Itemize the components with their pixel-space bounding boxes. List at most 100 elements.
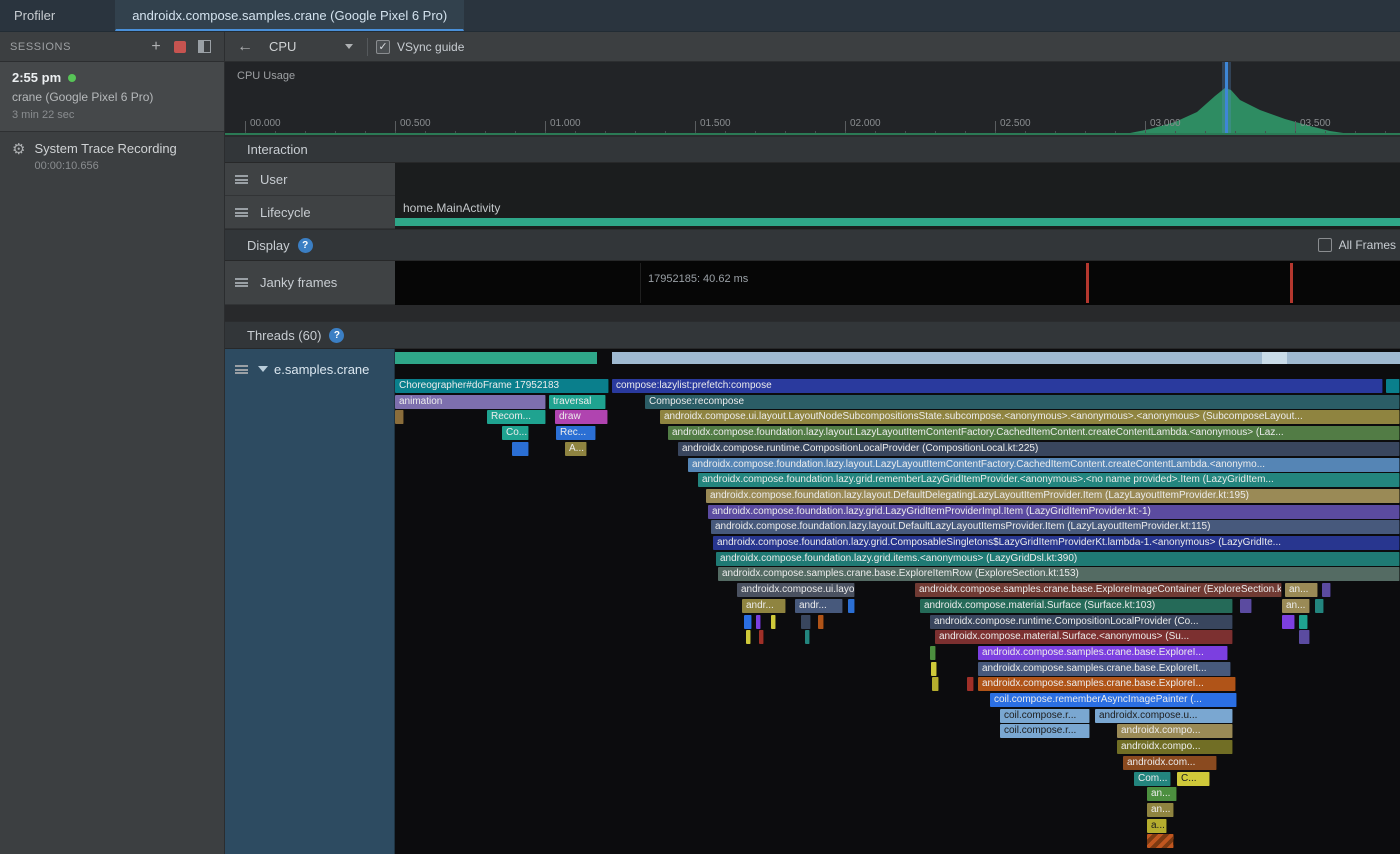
thread-row-label[interactable]: e.samples.crane bbox=[225, 349, 395, 854]
trace-span[interactable]: androidx.compose.runtime.CompositionLoca… bbox=[930, 615, 1233, 629]
trace-span[interactable]: androidx.compose.foundation.lazy.layout.… bbox=[688, 458, 1400, 472]
trace-span[interactable]: androidx.compose.samples.crane.base.Expl… bbox=[915, 583, 1282, 597]
trace-span[interactable]: an... bbox=[1282, 599, 1310, 613]
back-arrow-icon[interactable]: ← bbox=[225, 38, 263, 56]
help-icon[interactable]: ? bbox=[329, 328, 344, 343]
trace-span[interactable] bbox=[756, 615, 761, 629]
trace-recording-item[interactable]: ⚙ System Trace Recording 00:00:10.656 bbox=[0, 132, 224, 181]
trace-span[interactable] bbox=[771, 615, 776, 629]
trace-span[interactable]: a... bbox=[1147, 819, 1167, 833]
trace-span[interactable]: androidx.compo... bbox=[1117, 740, 1233, 754]
trace-span[interactable]: androidx.com... bbox=[1123, 756, 1217, 770]
thread-state-bar[interactable] bbox=[395, 352, 597, 364]
thread-state-bar[interactable] bbox=[1287, 352, 1400, 364]
lifecycle-activity-bar[interactable] bbox=[395, 218, 1400, 226]
session-tab[interactable]: androidx.compose.samples.crane (Google P… bbox=[115, 0, 464, 31]
trace-span[interactable]: androidx.compo... bbox=[1117, 724, 1233, 738]
trace-span[interactable]: androidx.compose.samples.crane.base.Expl… bbox=[718, 567, 1400, 581]
all-frames-checkbox[interactable] bbox=[1318, 238, 1332, 252]
trace-span[interactable]: compose:lazylist:prefetch:compose bbox=[612, 379, 1383, 393]
drag-handle-icon[interactable] bbox=[235, 278, 248, 287]
trace-span[interactable]: androidx.compose.samples.crane.base.Expl… bbox=[978, 646, 1228, 660]
vsync-checkbox[interactable]: ✓ bbox=[376, 40, 390, 54]
trace-span[interactable]: androidx.compose.material.Surface.<anony… bbox=[935, 630, 1233, 644]
drag-handle-icon[interactable] bbox=[235, 175, 248, 184]
trace-span[interactable] bbox=[1240, 599, 1252, 613]
cpu-mode-dropdown[interactable]: CPU bbox=[263, 37, 359, 56]
session-item[interactable]: 2:55 pm crane (Google Pixel 6 Pro) 3 min… bbox=[0, 62, 224, 132]
trace-span[interactable]: androidx.compose.foundation.lazy.grid.Co… bbox=[713, 536, 1400, 550]
trace-span[interactable]: androidx.compose.ui.layout.m... bbox=[737, 583, 855, 597]
trace-span[interactable]: Com... bbox=[1134, 772, 1171, 786]
trace-span[interactable]: coil.compose.rememberAsyncImagePainter (… bbox=[990, 693, 1237, 707]
trace-span[interactable]: androidx.compose.foundation.lazy.layout.… bbox=[668, 426, 1400, 440]
flame-chart[interactable]: Choreographer#doFrame 17952183compose:la… bbox=[395, 349, 1400, 854]
trace-span[interactable]: C... bbox=[1177, 772, 1210, 786]
trace-span[interactable]: androidx.compose.samples.crane.base.Expl… bbox=[978, 677, 1236, 691]
cpu-usage-panel[interactable]: CPU Usage 00.00000.50001.00001.50002.000… bbox=[225, 62, 1400, 136]
trace-span[interactable]: androidx.compose.ui.layout.LayoutNodeSub… bbox=[660, 410, 1400, 424]
trace-span[interactable]: androidx.compose.foundation.lazy.grid.La… bbox=[708, 505, 1400, 519]
lifecycle-row-label[interactable]: Lifecycle bbox=[225, 196, 395, 229]
trace-span[interactable]: Rec... bbox=[556, 426, 596, 440]
trace-span[interactable] bbox=[1299, 615, 1308, 629]
trace-span[interactable]: an... bbox=[1147, 787, 1177, 801]
trace-span[interactable]: Compose:recompose bbox=[645, 395, 1400, 409]
trace-span[interactable]: androidx.compose.foundation.lazy.layout.… bbox=[706, 489, 1400, 503]
trace-span[interactable] bbox=[512, 442, 529, 456]
add-session-icon[interactable]: + bbox=[144, 36, 168, 58]
trace-span[interactable]: andr... bbox=[795, 599, 843, 613]
trace-span[interactable]: an... bbox=[1147, 803, 1174, 817]
trace-span[interactable]: animation bbox=[395, 395, 546, 409]
trace-span[interactable] bbox=[801, 615, 811, 629]
trace-span[interactable] bbox=[744, 615, 752, 629]
trace-span[interactable]: draw bbox=[555, 410, 608, 424]
thread-state-bar[interactable] bbox=[1262, 352, 1287, 364]
trace-span[interactable]: an... bbox=[1285, 583, 1318, 597]
trace-span[interactable] bbox=[759, 630, 764, 644]
janky-frame-marker[interactable] bbox=[1086, 263, 1089, 303]
user-row-label[interactable]: User bbox=[225, 163, 395, 196]
trace-span[interactable]: andr... bbox=[742, 599, 786, 613]
lifecycle-track[interactable]: home.MainActivity bbox=[395, 196, 1400, 229]
drag-handle-icon[interactable] bbox=[235, 365, 248, 374]
trace-span[interactable] bbox=[1299, 630, 1310, 644]
drag-handle-icon[interactable] bbox=[235, 208, 248, 217]
trace-span[interactable]: traversal bbox=[549, 395, 606, 409]
collapse-panel-icon[interactable] bbox=[192, 36, 216, 58]
trace-span[interactable] bbox=[848, 599, 855, 613]
trace-span[interactable]: androidx.compose.foundation.lazy.grid.re… bbox=[698, 473, 1400, 487]
janky-track[interactable]: 17952185: 40.62 ms bbox=[395, 261, 1400, 305]
trace-span[interactable] bbox=[967, 677, 974, 691]
trace-span[interactable]: coil.compose.r... bbox=[1000, 709, 1090, 723]
trace-span[interactable]: androidx.compose.u... bbox=[1095, 709, 1233, 723]
trace-span[interactable] bbox=[1315, 599, 1324, 613]
trace-span[interactable] bbox=[818, 615, 824, 629]
user-track[interactable] bbox=[395, 163, 1400, 196]
trace-span[interactable]: androidx.compose.runtime.CompositionLoca… bbox=[678, 442, 1400, 456]
trace-span[interactable] bbox=[395, 410, 404, 424]
janky-row-label[interactable]: Janky frames bbox=[225, 261, 395, 305]
trace-span[interactable] bbox=[932, 677, 939, 691]
trace-span[interactable]: androidx.compose.foundation.lazy.grid.it… bbox=[716, 552, 1400, 566]
trace-span[interactable]: Choreographer#doFrame 17952183 bbox=[395, 379, 609, 393]
trace-span[interactable] bbox=[1322, 583, 1331, 597]
trace-span[interactable]: androidx.compose.samples.crane.base.Expl… bbox=[978, 662, 1231, 676]
trace-span[interactable]: coil.compose.r... bbox=[1000, 724, 1090, 738]
trace-span[interactable] bbox=[931, 662, 937, 676]
trace-span[interactable] bbox=[930, 646, 936, 660]
trace-span[interactable]: Recom... bbox=[487, 410, 546, 424]
trace-span[interactable] bbox=[746, 630, 751, 644]
trace-span[interactable] bbox=[1147, 834, 1174, 848]
trace-span[interactable]: Co... bbox=[502, 426, 529, 440]
trace-span[interactable] bbox=[805, 630, 810, 644]
stop-recording-icon[interactable] bbox=[168, 36, 192, 58]
trace-span[interactable] bbox=[1282, 615, 1295, 629]
trace-span[interactable]: A... bbox=[565, 442, 587, 456]
help-icon[interactable]: ? bbox=[298, 238, 313, 253]
chevron-down-icon[interactable] bbox=[258, 366, 268, 372]
trace-span[interactable]: androidx.compose.material.Surface (Surfa… bbox=[920, 599, 1233, 613]
trace-span[interactable]: androidx.compose.foundation.lazy.layout.… bbox=[711, 520, 1400, 534]
trace-span[interactable] bbox=[1386, 379, 1400, 393]
janky-frame-marker[interactable] bbox=[1290, 263, 1293, 303]
